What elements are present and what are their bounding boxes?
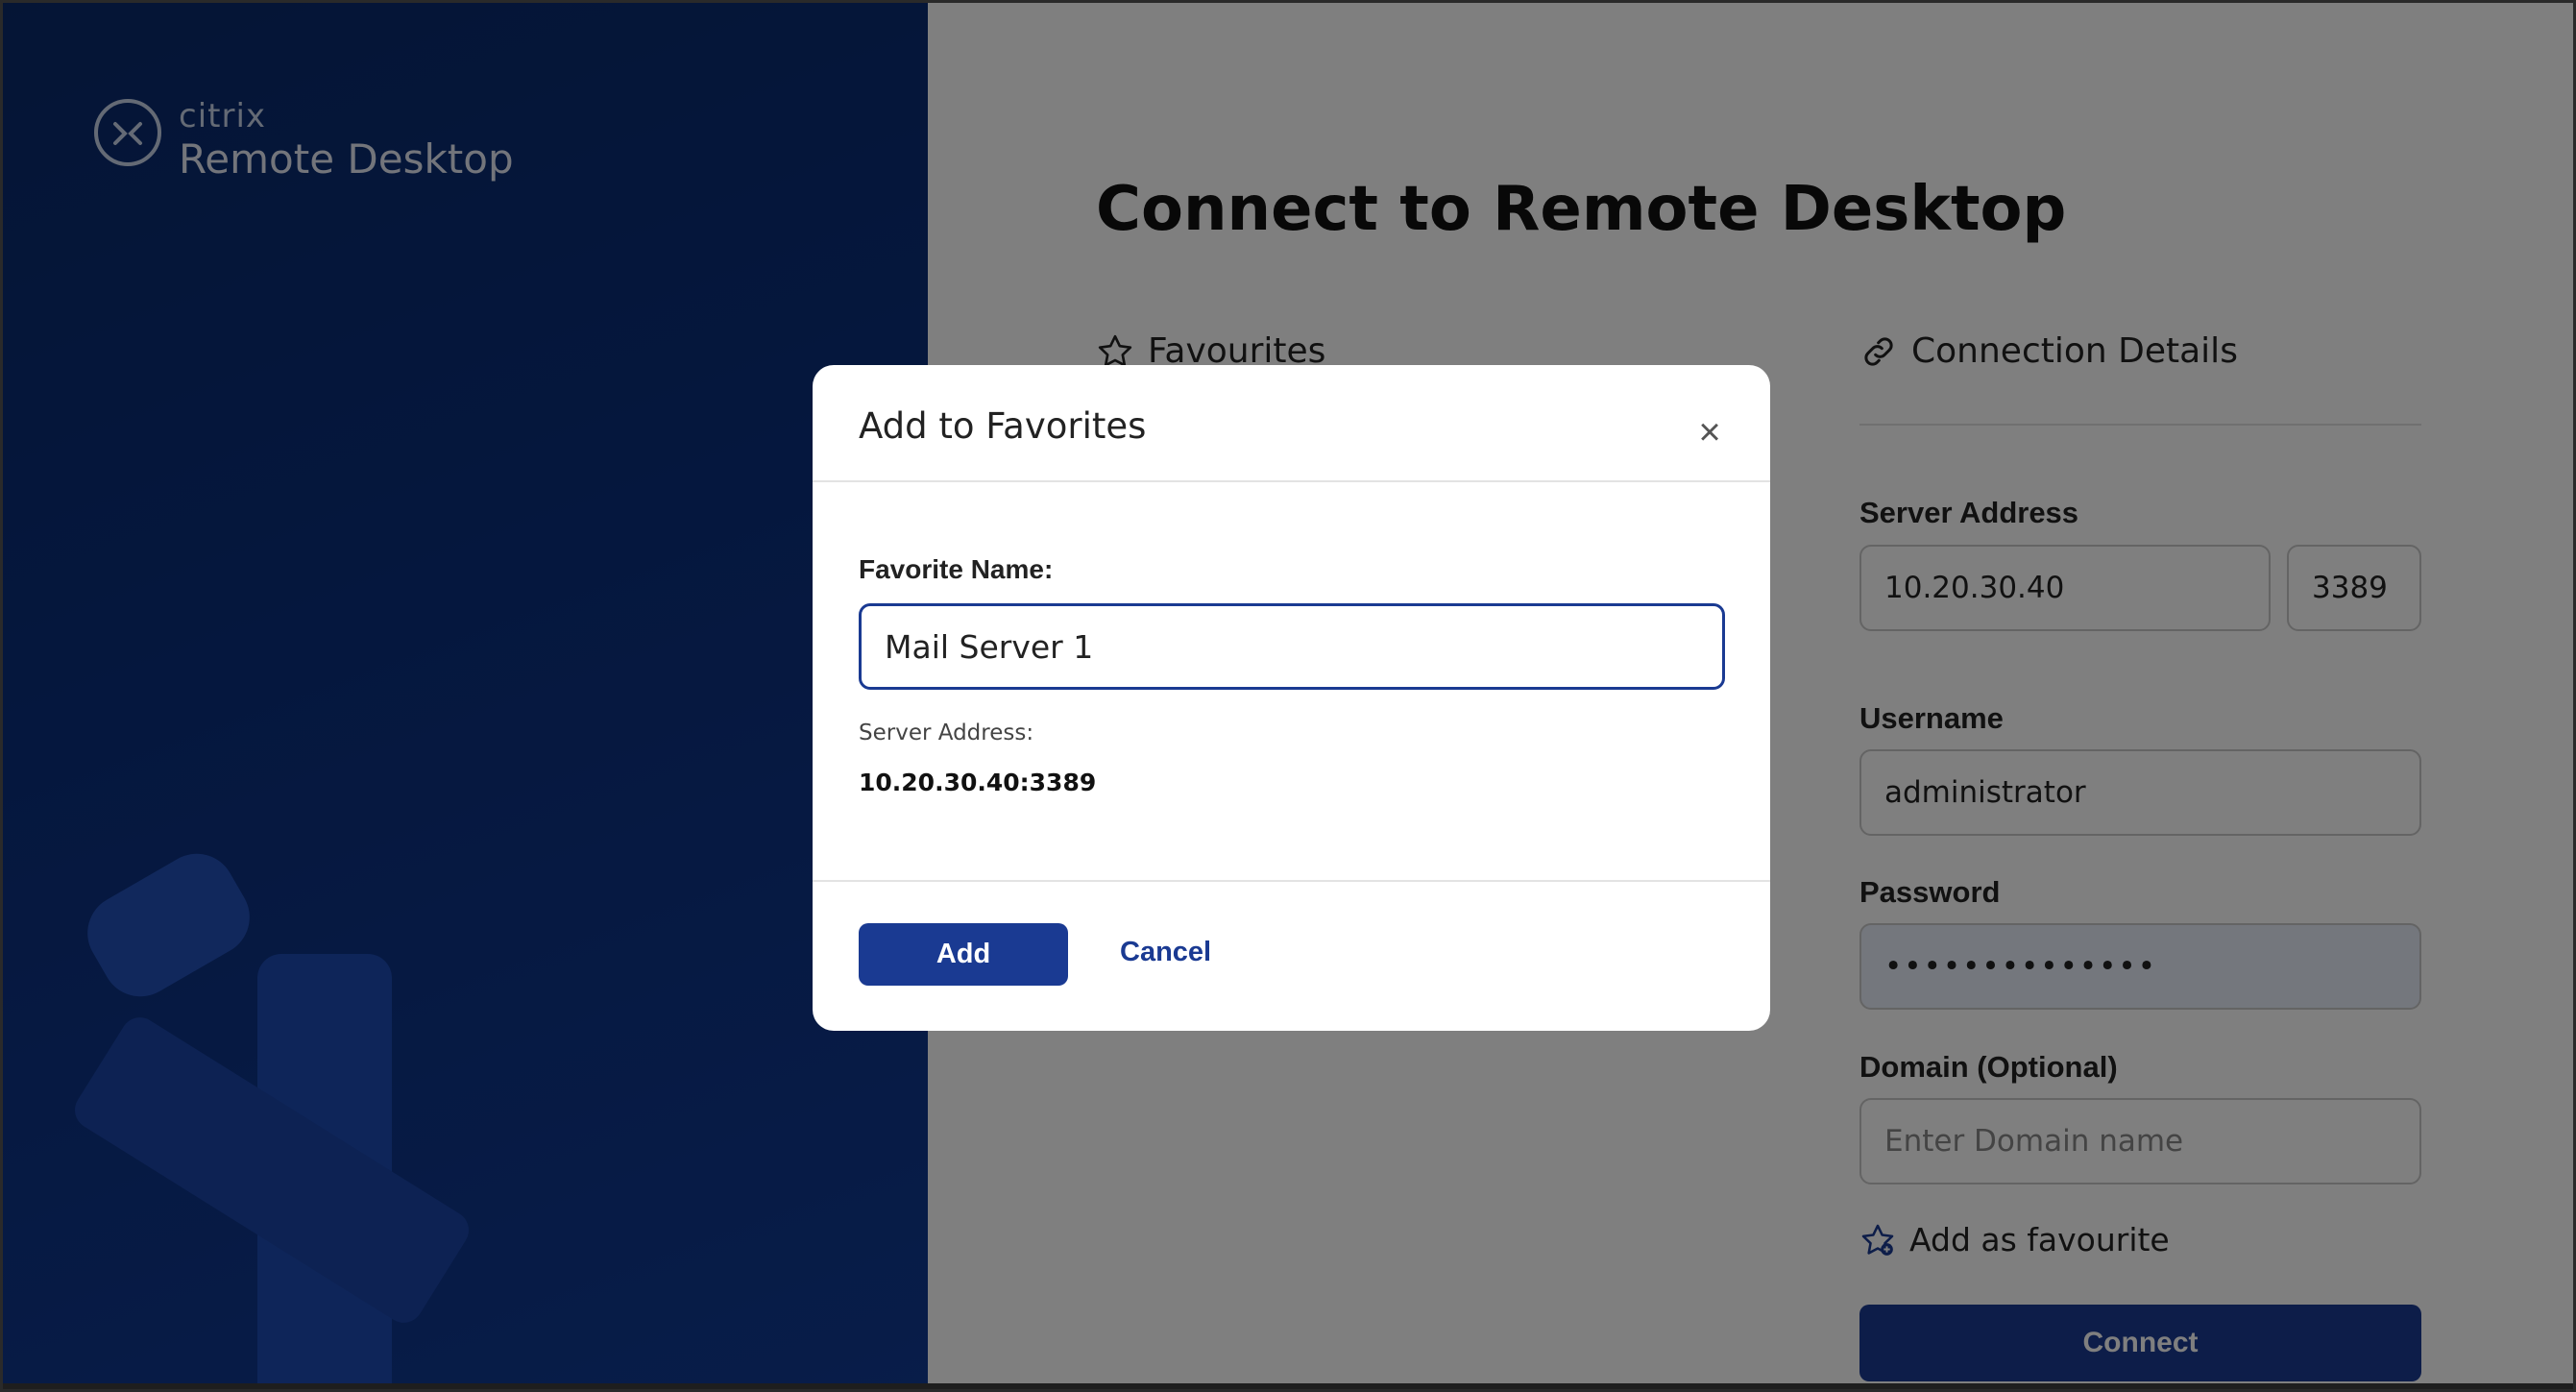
close-icon[interactable]: × (1689, 411, 1731, 453)
cancel-button[interactable]: Cancel (1120, 937, 1211, 968)
add-to-favorites-dialog: Add to Favorites × Favorite Name: Mail S… (813, 365, 1770, 1031)
favorite-name-input[interactable]: Mail Server 1 (859, 603, 1725, 690)
app-window: citrix Remote Desktop Connect to Remote … (0, 0, 2576, 1392)
dialog-header: Add to Favorites × (813, 365, 1770, 482)
server-address-value: 10.20.30.40:3389 (859, 769, 1097, 796)
server-address-caption: Server Address: (859, 720, 1034, 745)
add-button[interactable]: Add (859, 923, 1068, 986)
taskbar-strip (3, 1383, 2573, 1389)
favorite-name-label: Favorite Name: (859, 554, 1054, 584)
dialog-footer-divider (813, 880, 1770, 882)
dialog-title: Add to Favorites (859, 405, 1147, 447)
